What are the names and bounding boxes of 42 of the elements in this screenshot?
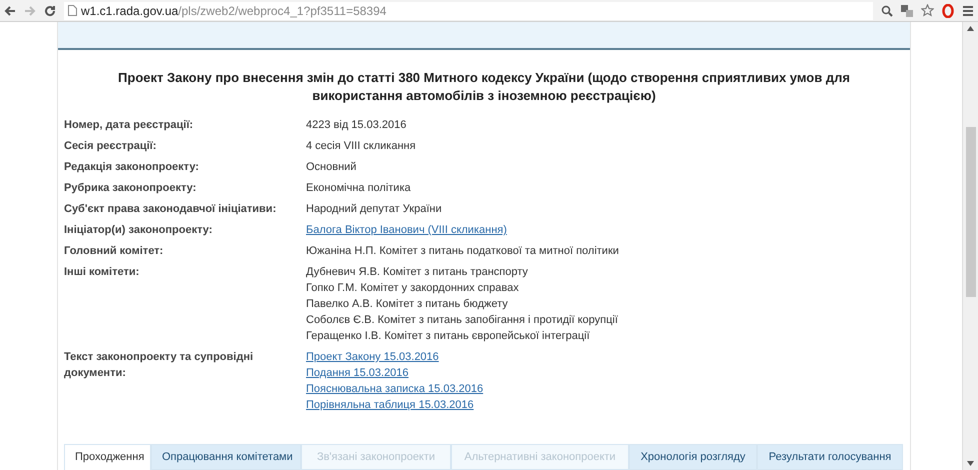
field-label: Інші комітети: [64,265,140,280]
scrollbar[interactable] [962,22,978,470]
field-value: Основний [306,160,356,175]
opera-icon[interactable] [942,4,954,18]
translate-icon[interactable] [901,4,913,16]
reload-icon[interactable] [44,4,56,16]
field-value: Гопко Г.М. Комітет у закордонних справах [306,281,520,296]
document-link[interactable]: Балога Віктор Іванович (VIII скликання) [306,222,507,238]
document-link[interactable]: Порівняльна таблиця 15.03.2016 [306,397,484,413]
document-link[interactable]: Подання 15.03.2016 [306,365,484,381]
page-icon [68,5,77,16]
field-label: Ініціатор(и) законопроекту: [64,223,214,238]
field-label: Рубрика законопроекту: [64,181,198,196]
field-value: Южаніна Н.П. Комітет з питань податкової та митної політики [306,244,619,259]
field-value: Соболєв Є.В. Комітет з питань запобігання і протидії корупції [306,313,618,328]
field-label: Номер, дата реєстрації: [64,118,194,133]
scroll-down-icon[interactable] [967,461,974,466]
field-label: Редакція законопроекту: [64,160,200,175]
field-value: Павелко А.В. Комітет з питань бюджету [306,297,509,312]
star-icon[interactable] [921,4,934,17]
document-link[interactable]: Проект Закону 15.03.2016 [306,349,484,365]
bill-title: Проект Закону про внесення змін до статті 380 Митного кодексу України (щодо створення сприятливих умов для використання автомобілів з іноземною реєстрацією) [117,69,851,105]
field-label: Текст законопроекту та супровідні документи: [64,350,254,381]
field-label: Суб'єкт права законодавчої ініціативи: [64,202,278,217]
field-value: 4 сесія VIII скликання [306,139,416,154]
field-value: Дубневич Я.В. Комітет з питань транспорту [306,265,529,280]
field-value: Народний депутат України [306,202,442,217]
tab[interactable]: Хронологія розгляду [629,444,757,470]
scroll-up-icon[interactable] [967,26,974,31]
tab[interactable]: Результати голосування [757,444,903,470]
document-link[interactable]: Пояснювальна записка 15.03.2016 [306,381,484,397]
field-label: Сесія реєстрації: [64,139,158,154]
field-label: Головний комітет: [64,244,164,259]
back-icon[interactable] [4,4,16,16]
field-value: Економічна політика [306,181,411,196]
scroll-thumb[interactable] [966,127,976,297]
menu-icon[interactable] [962,4,974,16]
tab[interactable]: Опрацювання комітетами [151,444,301,470]
field-value: Геращенко І.В. Комітет з питань європейської інтеграції [306,329,591,344]
tab[interactable]: Проходження [64,444,151,470]
field-value: 4223 від 15.03.2016 [306,118,406,133]
zoom-icon[interactable] [881,4,893,16]
